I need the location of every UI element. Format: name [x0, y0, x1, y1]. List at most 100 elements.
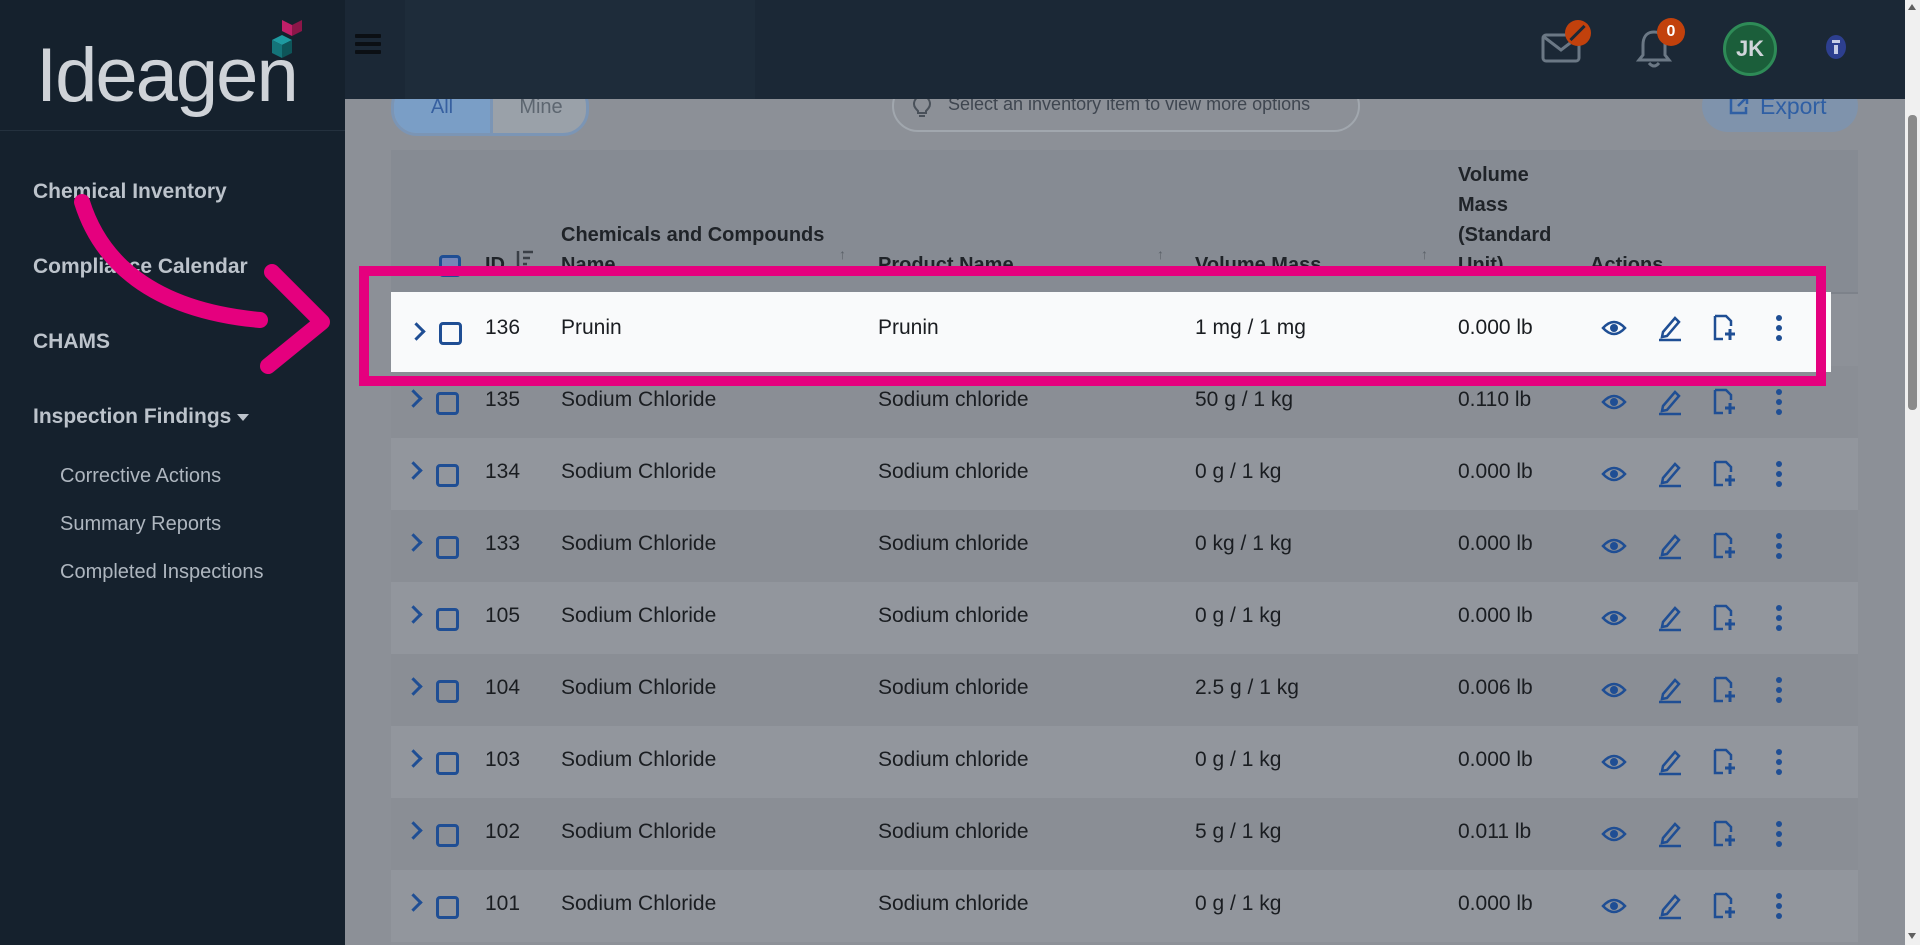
expand-chevron-icon[interactable]	[404, 749, 423, 768]
caret-down-icon	[237, 413, 250, 421]
cell-id: 105	[485, 604, 521, 627]
table-row[interactable]: 105 Sodium Chloride Sodium chloride 0 g / 1…	[391, 582, 1858, 654]
table-row[interactable]: 103 Sodium Chloride Sodium chloride 0 g / 1…	[391, 726, 1858, 798]
view-icon[interactable]	[1601, 392, 1627, 412]
more-options-icon[interactable]	[1775, 892, 1783, 920]
view-icon[interactable]	[1601, 608, 1627, 628]
sort-arrow-icon[interactable]: ↑	[1157, 246, 1164, 262]
view-icon[interactable]	[1601, 680, 1627, 700]
view-icon[interactable]	[1601, 824, 1627, 844]
cell-product: Sodium chloride	[878, 676, 1029, 699]
scroll-up-icon[interactable]	[1908, 4, 1916, 10]
add-document-icon[interactable]	[1711, 748, 1737, 776]
logo-text: Ideagen	[36, 33, 299, 118]
cell-chemical: Sodium Chloride	[561, 604, 717, 627]
more-options-icon[interactable]	[1775, 388, 1783, 416]
row-checkbox[interactable]	[436, 464, 459, 487]
cell-volume-std: 0.000 lb	[1458, 532, 1533, 555]
nav-inspection-findings[interactable]: Inspection Findings	[33, 405, 250, 429]
more-options-icon[interactable]	[1775, 676, 1783, 704]
sort-arrow-icon[interactable]: ↑	[1421, 246, 1428, 262]
edit-icon[interactable]	[1657, 676, 1683, 704]
more-options-icon[interactable]	[1775, 748, 1783, 776]
expand-chevron-icon[interactable]	[404, 389, 423, 408]
cell-product: Sodium chloride	[878, 748, 1029, 771]
more-options-icon[interactable]	[1775, 820, 1783, 848]
row-checkbox[interactable]	[436, 680, 459, 703]
menu-icon[interactable]	[355, 34, 381, 54]
edit-icon[interactable]	[1657, 604, 1683, 632]
cell-id: 135	[485, 388, 521, 411]
scroll-down-icon[interactable]	[1908, 933, 1916, 939]
view-icon[interactable]	[1601, 896, 1627, 916]
top-header: 0 JK	[345, 0, 1905, 99]
more-options-icon[interactable]	[1775, 604, 1783, 632]
cell-chemical: Sodium Chloride	[561, 892, 717, 915]
expand-chevron-icon[interactable]	[404, 461, 423, 480]
notification-count-badge: 0	[1657, 18, 1685, 46]
more-options-icon[interactable]	[1775, 532, 1783, 560]
cell-volume-std: 0.110 lb	[1458, 388, 1532, 411]
edit-icon[interactable]	[1657, 532, 1683, 560]
sidebar: Ideagen Chemical Inventory Compliance Ca…	[0, 0, 345, 945]
cell-volume: 2.5 g / 1 kg	[1195, 676, 1299, 699]
add-document-icon[interactable]	[1711, 820, 1737, 848]
table-row[interactable]: 101 Sodium Chloride Sodium chloride 0 g / 1…	[391, 870, 1858, 942]
view-icon[interactable]	[1601, 536, 1627, 556]
cell-id: 104	[485, 676, 521, 699]
expand-chevron-icon[interactable]	[404, 893, 423, 912]
cell-volume-std: 0.000 lb	[1458, 892, 1533, 915]
cell-id: 134	[485, 460, 521, 483]
edit-icon[interactable]	[1657, 748, 1683, 776]
cell-product: Sodium chloride	[878, 388, 1029, 411]
add-document-icon[interactable]	[1711, 892, 1737, 920]
edit-icon[interactable]	[1657, 460, 1683, 488]
expand-chevron-icon[interactable]	[404, 605, 423, 624]
add-document-icon[interactable]	[1711, 604, 1737, 632]
table-row[interactable]: 104 Sodium Chloride Sodium chloride 2.5 g /…	[391, 654, 1858, 726]
view-icon[interactable]	[1601, 464, 1627, 484]
cell-product: Sodium chloride	[878, 820, 1029, 843]
scroll-thumb[interactable]	[1908, 115, 1917, 410]
row-checkbox[interactable]	[436, 536, 459, 559]
cell-chemical: Sodium Chloride	[561, 532, 717, 555]
cell-volume: 50 g / 1 kg	[1195, 388, 1294, 411]
nav-completed-inspections[interactable]: Completed Inspections	[60, 561, 263, 584]
cell-volume-std: 0.011 lb	[1458, 820, 1532, 843]
more-options-icon[interactable]	[1775, 460, 1783, 488]
sort-arrow-icon[interactable]: ↑	[839, 246, 846, 262]
row-checkbox[interactable]	[436, 752, 459, 775]
edit-icon[interactable]	[1657, 820, 1683, 848]
cell-id: 102	[485, 820, 521, 843]
edit-icon[interactable]	[1657, 388, 1683, 416]
cell-product: Sodium chloride	[878, 460, 1029, 483]
cell-id: 103	[485, 748, 521, 771]
row-checkbox[interactable]	[436, 608, 459, 631]
row-checkbox[interactable]	[436, 896, 459, 919]
table-row[interactable]: 133 Sodium Chloride Sodium chloride 0 kg / …	[391, 510, 1858, 582]
scrollbar[interactable]	[1905, 0, 1920, 945]
expand-chevron-icon[interactable]	[404, 677, 423, 696]
add-document-icon[interactable]	[1711, 388, 1737, 416]
table-row[interactable]: 102 Sodium Chloride Sodium chloride 5 g / 1…	[391, 798, 1858, 870]
table-row[interactable]: 134 Sodium Chloride Sodium chloride 0 g / 1…	[391, 438, 1858, 510]
col-volume-std-header[interactable]: Volume Mass (Standard Unit)	[1458, 160, 1568, 280]
row-checkbox[interactable]	[436, 824, 459, 847]
add-document-icon[interactable]	[1711, 532, 1737, 560]
highlight-frame	[359, 266, 1826, 386]
add-document-icon[interactable]	[1711, 460, 1737, 488]
edit-icon[interactable]	[1657, 892, 1683, 920]
user-avatar[interactable]: JK	[1723, 22, 1777, 76]
expand-chevron-icon[interactable]	[404, 821, 423, 840]
expand-chevron-icon[interactable]	[404, 533, 423, 552]
view-icon[interactable]	[1601, 752, 1627, 772]
help-icon[interactable]	[1825, 34, 1847, 60]
cell-volume-std: 0.000 lb	[1458, 604, 1533, 627]
add-document-icon[interactable]	[1711, 676, 1737, 704]
row-checkbox[interactable]	[436, 392, 459, 415]
cell-chemical: Sodium Chloride	[561, 676, 717, 699]
nav-corrective-actions[interactable]: Corrective Actions	[60, 465, 221, 488]
ideagen-logo[interactable]: Ideagen	[36, 20, 316, 118]
cell-chemical: Sodium Chloride	[561, 460, 717, 483]
nav-summary-reports[interactable]: Summary Reports	[60, 513, 221, 536]
